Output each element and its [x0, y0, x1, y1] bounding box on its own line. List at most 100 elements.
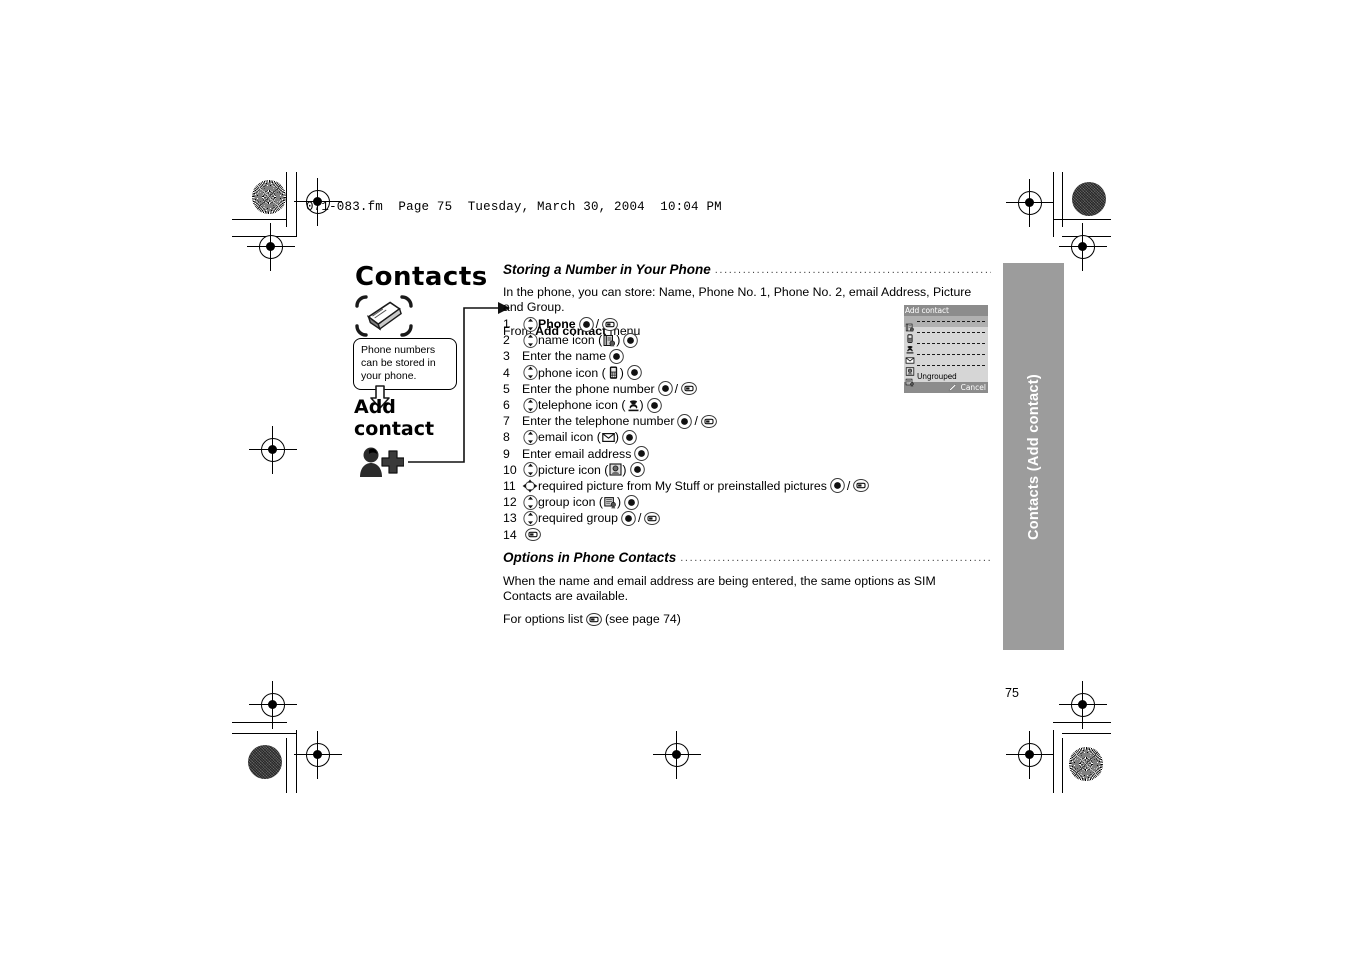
step-item: 4 phone icon () — [503, 365, 923, 381]
step-number: 9 — [503, 446, 510, 461]
step-content: Enter the phone number / — [522, 381, 697, 397]
softkey-icon — [700, 414, 717, 428]
select-key-icon — [622, 429, 637, 445]
phone-screen-mockup: Add contact Ungrouped Cancel — [904, 305, 988, 393]
options-prefix: For options list — [503, 612, 583, 626]
four-way-navigation-key-icon — [522, 479, 538, 493]
select-key-icon — [677, 413, 693, 429]
section-heading: Options in Phone Contacts — [503, 550, 677, 565]
step-content: Enter the telephone number / — [522, 413, 717, 429]
select-key-icon — [657, 381, 673, 397]
phone-screen-row — [904, 360, 988, 376]
step-text: email icon ( — [538, 430, 601, 445]
crop-line — [1062, 738, 1063, 793]
phone-screen-row — [904, 338, 988, 354]
crop-line — [232, 733, 297, 734]
registration-mark — [249, 426, 297, 474]
select-key-icon — [629, 462, 645, 478]
section-heading-row: Storing a Number in Your Phone .........… — [503, 262, 991, 277]
phone-screen-title: Add contact — [904, 305, 988, 316]
step-number: 11 — [503, 478, 516, 493]
step-item: 3 Enter the name — [503, 348, 923, 364]
step-number: 10 — [503, 462, 517, 477]
step-content: group icon () — [522, 494, 639, 510]
registration-mark — [247, 223, 295, 271]
phone-screen-row: Ungrouped — [904, 371, 988, 387]
registration-mark — [1059, 681, 1107, 729]
separator-slash: / — [846, 478, 851, 493]
step-text: Enter the name — [522, 349, 607, 364]
halftone-dot-top-right — [1072, 182, 1106, 216]
step-text: telephone icon ( — [538, 398, 626, 413]
section-options: Options in Phone Contacts ..............… — [503, 550, 991, 627]
step-content: Phone / — [522, 316, 618, 332]
step-text: group icon ( — [538, 495, 603, 510]
halftone-dot-bottom-right — [1069, 747, 1103, 781]
name-book-icon — [603, 334, 616, 347]
crop-line — [1053, 730, 1054, 793]
crop-line — [232, 722, 287, 723]
registration-mark — [1006, 731, 1054, 779]
separator-slash: / — [637, 511, 642, 526]
step-number: 8 — [503, 430, 510, 445]
step-item: 10 picture icon () — [503, 462, 923, 478]
halftone-dot-top-left — [252, 180, 286, 214]
registration-mark — [653, 731, 701, 779]
step-item: 2 name icon () — [503, 332, 923, 348]
step-item: 7 Enter the telephone number / — [503, 413, 923, 429]
step-text: Enter the phone number — [522, 381, 655, 396]
crop-line — [296, 730, 297, 793]
picture-icon — [609, 463, 622, 476]
side-tab: Contacts (Add contact) — [1003, 263, 1064, 650]
leader-dots: ........................................… — [714, 264, 991, 276]
phone-screen-rows: Ungrouped — [904, 316, 988, 387]
section-heading-row: Options in Phone Contacts ..............… — [503, 550, 991, 565]
step-number: 5 — [503, 381, 510, 396]
step-text: ) — [619, 365, 624, 380]
step-item: 12 group icon () — [503, 494, 923, 510]
crop-line — [1053, 219, 1111, 220]
select-key-icon — [634, 446, 650, 462]
step-content: Enter email address — [522, 446, 650, 462]
mobile-phone-icon — [607, 366, 620, 379]
step-item: 6 telephone icon () — [503, 397, 923, 413]
phone-screen-row — [904, 316, 988, 332]
envelope-icon — [905, 350, 915, 364]
registration-mark — [1059, 223, 1107, 271]
phone-screen-row-placeholder — [917, 343, 985, 344]
navigation-key-icon — [523, 332, 538, 348]
navigation-key-icon — [523, 397, 538, 413]
step-text: ) — [616, 333, 621, 348]
step-item: 14 — [503, 526, 923, 542]
group-icon — [905, 372, 915, 387]
navigation-key-icon — [523, 494, 538, 510]
phone-screen-row — [904, 327, 988, 343]
phone-screen-row-placeholder — [917, 354, 985, 355]
options-list-line: For options list (see page 74) — [503, 612, 991, 627]
step-number: 3 — [503, 349, 510, 364]
navigation-key-icon — [523, 462, 538, 478]
step-text: name icon ( — [538, 333, 603, 348]
softkey-icon — [853, 479, 870, 493]
step-item: 8 email icon () — [503, 429, 923, 445]
telephone-icon — [627, 399, 640, 412]
select-key-icon — [624, 494, 639, 510]
step-item: 13 required group / — [503, 510, 923, 526]
step-text: ) — [616, 495, 622, 510]
select-key-icon — [609, 348, 624, 364]
step-text: Phone — [538, 317, 576, 332]
step-text: ) — [614, 430, 619, 445]
step-text: required picture from My Stuff or preins… — [538, 478, 827, 493]
step-number: 4 — [503, 365, 510, 380]
side-tab-label: Contacts (Add contact) — [1025, 373, 1042, 540]
step-item: 1 Phone / — [503, 316, 923, 332]
step-content: required picture from My Stuff or preins… — [522, 478, 870, 494]
softkey-icon — [644, 511, 661, 525]
pencil-icon — [948, 383, 957, 392]
registration-mark — [294, 731, 342, 779]
step-content: email icon () — [522, 429, 637, 445]
step-content: telephone icon () — [522, 397, 662, 413]
select-key-icon — [578, 316, 594, 332]
step-text: Enter the telephone number — [522, 414, 675, 429]
separator-slash: / — [674, 381, 679, 396]
